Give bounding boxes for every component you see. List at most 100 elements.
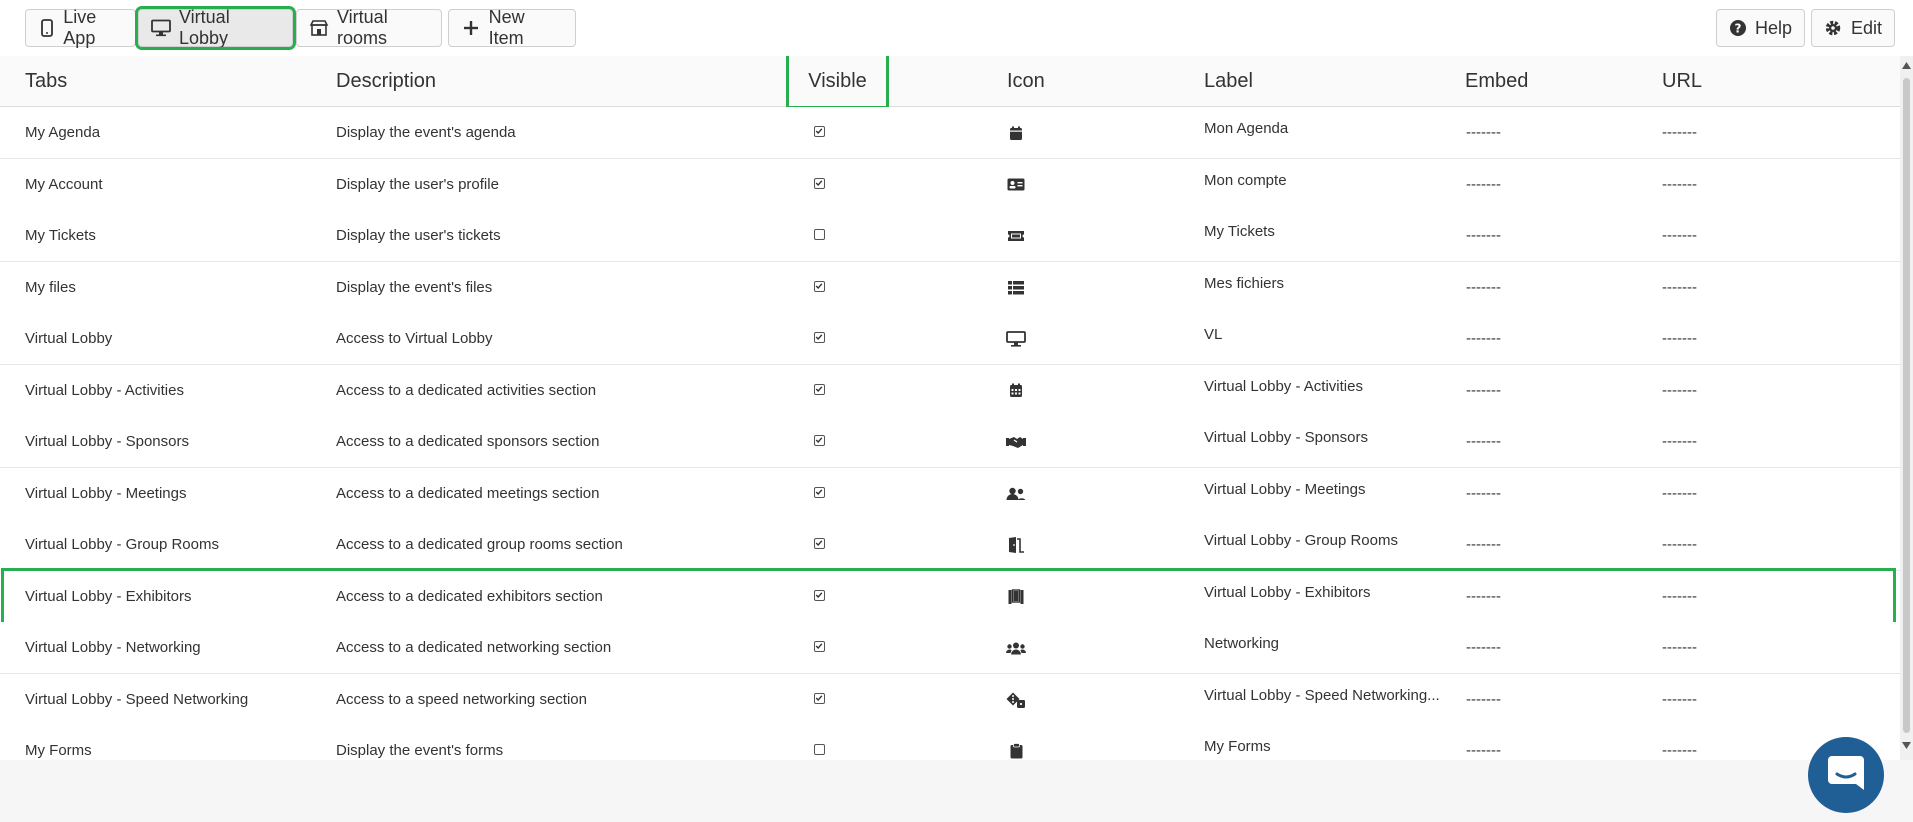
mobile-icon (38, 18, 55, 38)
url-value: ------- (1662, 175, 1697, 193)
check-icon (815, 488, 823, 495)
url-value: ------- (1662, 690, 1697, 708)
svg-text:?: ? (1735, 22, 1742, 36)
header-label[interactable]: Label (1204, 56, 1253, 106)
list-icon (1006, 278, 1026, 298)
scroll-up-icon[interactable] (1902, 62, 1911, 69)
visible-checkbox-checked[interactable] (814, 383, 825, 395)
tab-label: My Tickets (1204, 223, 1275, 240)
embed-value: ------- (1466, 227, 1501, 244)
table-row[interactable]: Virtual Lobby - Meetings Access to a dedi… (0, 467, 1900, 520)
check-icon (815, 334, 823, 341)
embed-value: ------- (1466, 587, 1501, 605)
visible-checkbox-checked[interactable] (814, 692, 825, 704)
calendar-grid-icon (1006, 381, 1026, 401)
user-friends-icon (1006, 484, 1026, 504)
tab-label: Mes fichiers (1204, 274, 1285, 292)
table-row[interactable]: Virtual Lobby - Sponsors Access to a dedi… (0, 416, 1900, 468)
tab-label: Mon compte (1204, 171, 1287, 189)
table-row[interactable]: Virtual Lobby Access to Virtual Lobby VL --… (0, 313, 1900, 365)
edit-label: Edit (1850, 17, 1882, 38)
check-icon (815, 694, 823, 701)
tab-name: My files (25, 278, 76, 296)
table-row[interactable]: Virtual Lobby - Speed Networking Access t… (0, 673, 1900, 726)
virtual-lobby-label: Virtual Lobby (179, 7, 230, 48)
tab-label: Virtual Lobby - Sponsors (1204, 429, 1368, 446)
visible-checkbox-checked[interactable] (814, 126, 825, 137)
help-button[interactable]: ? Help (1716, 9, 1805, 47)
tab-name: Virtual Lobby - Activities (25, 381, 184, 399)
tab-name: Virtual Lobby - Networking (25, 639, 201, 656)
tabs-table: Tabs Description Visible Icon Label Embe… (0, 56, 1913, 760)
new-item-button[interactable]: New Item (448, 7, 576, 48)
tab-description: Display the user's tickets (336, 227, 501, 244)
url-value: ------- (1662, 587, 1697, 605)
visible-checkbox-checked[interactable] (814, 435, 825, 446)
embed-value: ------- (1466, 536, 1501, 553)
tab-name: My Tickets (25, 227, 96, 244)
tab-description: Display the event's agenda (336, 124, 516, 141)
tab-description: Access to a dedicated networking section (336, 639, 612, 656)
live-app-button[interactable]: Live App (25, 7, 136, 48)
virtual-lobby-button[interactable]: Virtual Lobby (135, 6, 296, 50)
table-row[interactable]: Virtual Lobby - Group Rooms Access to a d… (0, 519, 1900, 571)
tab-name: Virtual Lobby - Sponsors (25, 433, 189, 450)
edit-button[interactable]: Edit (1811, 9, 1895, 47)
visible-checkbox-checked[interactable] (814, 589, 825, 601)
desktop-icon (1006, 329, 1026, 349)
question-circle-icon: ? (1729, 18, 1747, 38)
url-value: ------- (1662, 227, 1697, 244)
header-url[interactable]: URL (1662, 56, 1702, 106)
tab-label: VL (1204, 326, 1223, 343)
header-visible[interactable]: Visible (786, 56, 889, 109)
embed-value: ------- (1466, 175, 1501, 193)
tab-description: Access to a dedicated meetings section (336, 484, 600, 502)
tab-label: Mon Agenda (1204, 120, 1289, 137)
tab-name: My Account (25, 175, 103, 193)
header-tabs[interactable]: Tabs (25, 56, 67, 106)
tab-name: My Agenda (25, 124, 101, 141)
tab-description: Access to a speed networking section (336, 690, 587, 708)
vertical-scrollbar[interactable] (1900, 56, 1913, 760)
embed-value: ------- (1466, 124, 1501, 141)
header-icon[interactable]: Icon (1007, 56, 1045, 106)
url-value: ------- (1662, 124, 1697, 141)
virtual-rooms-button[interactable]: Virtual rooms (296, 7, 442, 48)
visible-checkbox-checked[interactable] (814, 538, 825, 549)
tab-label: Virtual Lobby - Exhibitors (1204, 583, 1371, 601)
table-row[interactable]: My Agenda Display the event's agenda Mon A… (0, 107, 1900, 159)
table-row[interactable]: My Tickets Display the user's tickets My T… (0, 210, 1900, 262)
tab-label: My Forms (1204, 738, 1271, 755)
visible-checkbox-checked[interactable] (814, 177, 825, 189)
tab-name: Virtual Lobby - Speed Networking (25, 690, 249, 708)
tab-label: Virtual Lobby - Speed Networking... (1204, 686, 1440, 704)
visible-checkbox-checked[interactable] (814, 486, 825, 498)
embed-value: ------- (1466, 278, 1501, 296)
url-value: ------- (1662, 381, 1697, 399)
booth-icon (1006, 587, 1026, 607)
table-row[interactable]: My Account Display the user's profile Mon … (0, 158, 1900, 211)
check-icon (815, 179, 823, 186)
visible-checkbox-checked[interactable] (814, 641, 825, 652)
scrollbar-thumb[interactable] (1903, 78, 1910, 733)
table-row[interactable]: Virtual Lobby - Networking Access to a de… (0, 622, 1900, 674)
table-row[interactable]: Virtual Lobby - Exhibitors Access to a de… (1, 567, 1896, 626)
virtual-rooms-label: Virtual rooms (337, 7, 388, 48)
table-row[interactable]: My Forms Display the event's forms My Form… (0, 725, 1900, 760)
visible-checkbox-unchecked[interactable] (814, 744, 825, 755)
embed-value: ------- (1466, 484, 1501, 502)
id-card-icon (1006, 175, 1026, 195)
header-embed[interactable]: Embed (1465, 56, 1528, 106)
chat-launcher-button[interactable] (1808, 737, 1884, 813)
table-row[interactable]: My files Display the event's files Mes fic… (0, 261, 1900, 314)
scroll-down-icon[interactable] (1902, 742, 1911, 749)
visible-checkbox-checked[interactable] (814, 280, 825, 292)
header-description[interactable]: Description (336, 56, 436, 106)
check-icon (815, 591, 823, 598)
help-label: Help (1755, 17, 1793, 38)
visible-checkbox-checked[interactable] (814, 332, 825, 343)
visible-checkbox-unchecked[interactable] (814, 229, 825, 240)
table-row[interactable]: Virtual Lobby - Activities Access to a de… (0, 364, 1900, 417)
live-app-label: Live App (63, 7, 97, 48)
embed-value: ------- (1466, 433, 1501, 450)
